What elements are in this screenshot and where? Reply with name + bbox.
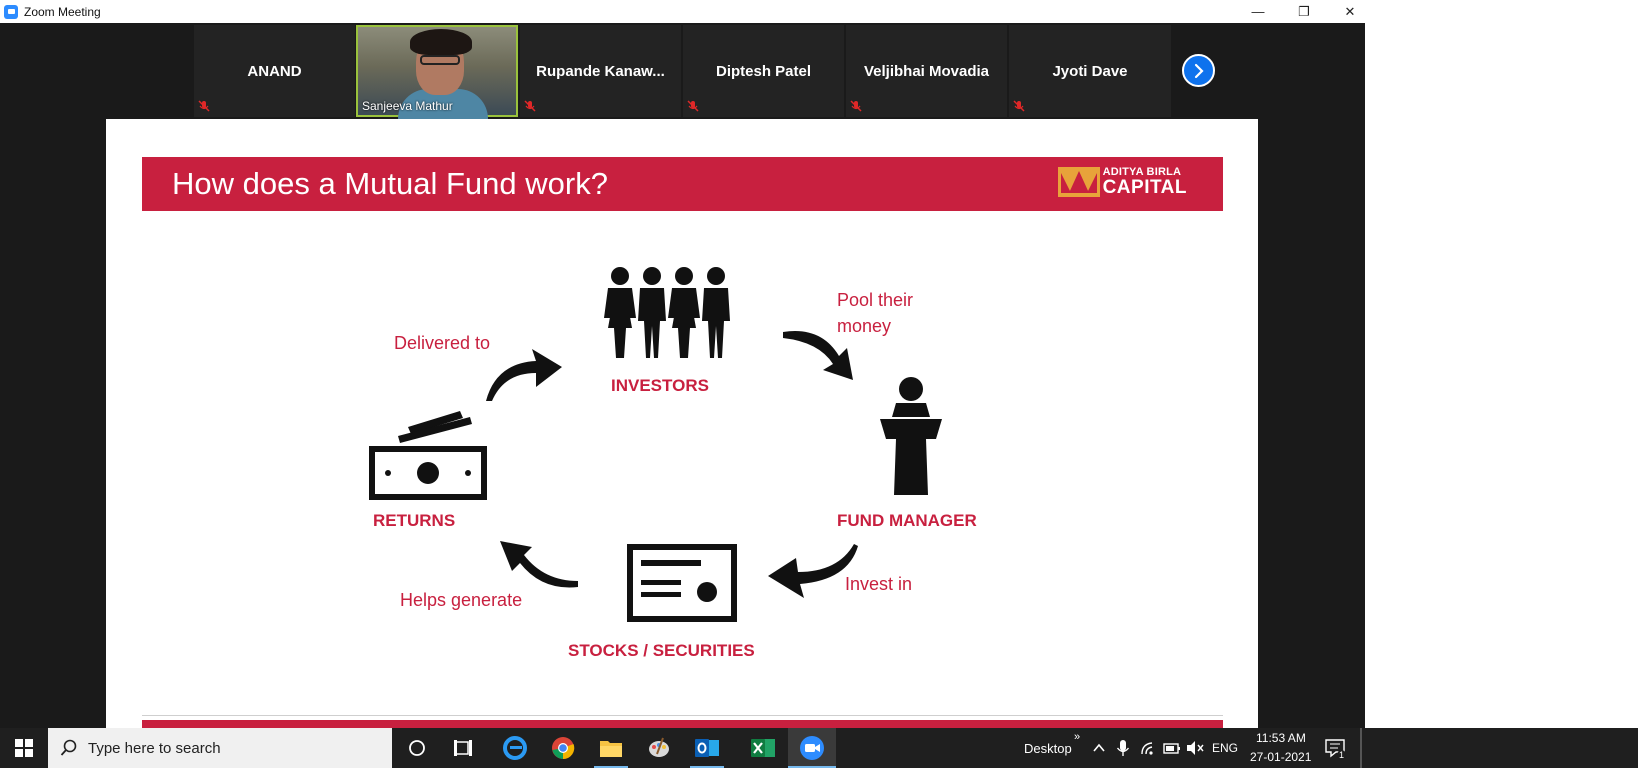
fund-manager-icon	[880, 377, 942, 495]
participant-video-tile[interactable]: Sanjeeva Mathur	[356, 25, 518, 119]
toolbar-expand-icon[interactable]: »	[1074, 731, 1080, 743]
excel-app-button[interactable]	[740, 728, 786, 768]
task-view-icon	[454, 740, 472, 756]
muted-mic-icon	[198, 100, 210, 112]
search-icon	[60, 739, 77, 756]
show-desktop-button[interactable]	[1360, 728, 1362, 768]
minimize-button[interactable]: —	[1235, 0, 1281, 23]
fund-manager-label: FUND MANAGER	[837, 511, 977, 530]
paint-palette-icon	[649, 737, 669, 757]
chevron-up-icon[interactable]	[1092, 742, 1106, 754]
notification-count-badge: 1	[1337, 750, 1347, 760]
close-button[interactable]: ✕	[1327, 0, 1373, 23]
outlook-app-button[interactable]	[684, 728, 730, 768]
outlook-icon	[695, 739, 719, 757]
participant-tile[interactable]: Diptesh Patel	[683, 25, 844, 117]
video-person-glasses	[420, 55, 460, 65]
chevron-right-icon	[1194, 63, 1204, 78]
next-participants-button[interactable]	[1182, 54, 1215, 87]
start-button[interactable]	[0, 728, 48, 768]
meeting-area: ANAND Sanjeeva Mathur Rupande Kanaw... D…	[0, 23, 1365, 728]
participant-tile[interactable]: Veljibhai Movadia	[846, 25, 1007, 117]
clock-time[interactable]: 11:53 AM	[1256, 731, 1306, 745]
paint-app-button[interactable]	[636, 728, 682, 768]
cortana-circle-icon	[409, 740, 425, 756]
certificate-icon	[627, 544, 737, 622]
edge-app-button[interactable]	[492, 728, 538, 768]
arrow-to-returns-icon	[500, 541, 578, 588]
stocks-label: STOCKS / SECURITIES	[568, 641, 755, 660]
search-placeholder: Type here to search	[88, 739, 221, 757]
zoom-app-icon	[800, 736, 824, 760]
pool-money-line-1: Pool their	[837, 290, 914, 310]
slide-header-bar: How does a Mutual Fund work? ADITYA BIRL…	[142, 157, 1223, 211]
edge-browser-icon	[503, 736, 527, 760]
windows-taskbar: Type here to search Desktop » ENG 11:53 …	[0, 728, 1638, 768]
slide-title: How does a Mutual Fund work?	[172, 166, 608, 201]
window-titlebar: Zoom Meeting — ❐ ✕	[0, 0, 1365, 23]
zoom-app-icon	[4, 4, 18, 19]
cash-returns-icon	[369, 411, 487, 500]
participant-name: Sanjeeva Mathur	[362, 99, 453, 113]
pool-money-line-2: money	[837, 316, 892, 336]
chrome-app-button[interactable]	[540, 728, 586, 768]
network-icon[interactable]	[1140, 740, 1158, 756]
zoom-app-button[interactable]	[788, 728, 836, 768]
returns-label: RETURNS	[373, 511, 456, 530]
chrome-browser-icon	[552, 737, 575, 760]
windows-logo-icon	[15, 739, 33, 757]
shared-slide: How does a Mutual Fund work? ADITYA BIRL…	[106, 119, 1258, 728]
participant-name: Rupande Kanaw...	[536, 63, 665, 80]
window-title: Zoom Meeting	[24, 4, 101, 19]
video-person-hair	[410, 29, 472, 55]
task-view-button[interactable]	[441, 728, 485, 768]
excel-icon	[751, 739, 775, 757]
sunburst-logo-icon	[1057, 167, 1100, 197]
invest-in-label: Invest in	[845, 574, 913, 594]
language-indicator[interactable]: ENG	[1212, 741, 1238, 755]
investors-icon	[604, 267, 730, 358]
file-explorer-app-button[interactable]	[588, 728, 634, 768]
investors-label: INVESTORS	[611, 376, 709, 395]
pool-money-label: Pool their money	[837, 287, 913, 339]
participant-name: Diptesh Patel	[715, 63, 812, 80]
clock-date[interactable]: 27-01-2021	[1250, 750, 1311, 764]
participant-tile[interactable]: ANAND	[194, 25, 355, 117]
participant-tile[interactable]: Rupande Kanaw...	[520, 25, 681, 117]
taskbar-search-box[interactable]: Type here to search	[48, 728, 392, 768]
participant-name: Veljibhai Movadia	[863, 63, 990, 80]
participant-tile[interactable]: Jyoti Dave	[1009, 25, 1171, 117]
battery-icon[interactable]	[1163, 741, 1181, 755]
participant-name: ANAND	[247, 63, 302, 80]
screen: Zoom Meeting — ❐ ✕ ANAND Sanjeeva Mathur…	[0, 0, 1638, 768]
aditya-birla-capital-logo: ADITYA BIRLA CAPITAL	[1057, 167, 1187, 198]
cortana-button[interactable]	[395, 728, 439, 768]
slide-footer-bar	[142, 720, 1223, 728]
delivered-to-label: Delivered to	[394, 333, 491, 353]
muted-mic-icon	[524, 100, 536, 112]
maximize-button[interactable]: ❐	[1281, 0, 1327, 23]
muted-mic-icon	[1013, 100, 1025, 112]
logo-line-2: CAPITAL	[1102, 177, 1187, 198]
participant-name: Jyoti Dave	[1052, 63, 1128, 80]
microphone-icon[interactable]	[1116, 739, 1130, 757]
muted-mic-icon	[850, 100, 862, 112]
arrow-to-investors-icon	[486, 349, 562, 401]
speaker-muted-icon[interactable]	[1186, 740, 1204, 756]
desktop-toolbar-label[interactable]: Desktop	[1024, 741, 1072, 756]
slide-footer-divider	[142, 715, 1223, 716]
helps-generate-label: Helps generate	[400, 590, 523, 610]
folder-icon	[600, 741, 622, 757]
muted-mic-icon	[687, 100, 699, 112]
